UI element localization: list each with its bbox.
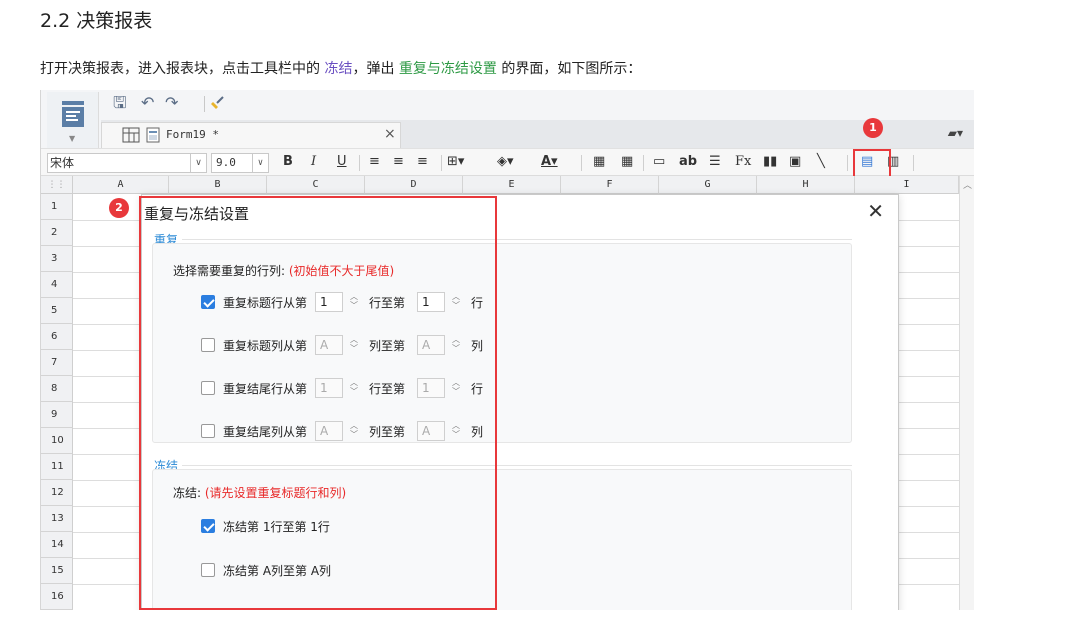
chart-icon[interactable]: ▮▮ bbox=[763, 154, 777, 170]
column-header[interactable]: I bbox=[855, 176, 959, 194]
close-icon[interactable]: ✕ bbox=[867, 199, 884, 223]
app-menu-button[interactable]: ▼ bbox=[47, 92, 99, 148]
row-header[interactable]: 1 bbox=[41, 194, 73, 220]
toolbar-divider bbox=[581, 155, 582, 171]
row-header[interactable]: 16 bbox=[41, 584, 73, 610]
row-header[interactable]: 3 bbox=[41, 246, 73, 272]
form-grid-icon bbox=[122, 127, 140, 143]
row-header[interactable]: 7 bbox=[41, 350, 73, 376]
underline-icon[interactable]: U bbox=[337, 154, 347, 170]
merge-cells-icon[interactable]: ▦ bbox=[593, 154, 605, 170]
column-header[interactable]: H bbox=[757, 176, 855, 194]
font-family-select[interactable]: 宋体 ∨ bbox=[47, 153, 207, 173]
designer-screenshot: ▼ 🖫 ↶ ↷ Form19 * × ▰▾ 宋体 ∨ 9.0 ∨ B I U ≡… bbox=[40, 90, 974, 610]
grid-corner[interactable]: ⋮⋮ bbox=[41, 176, 73, 194]
close-icon[interactable]: × bbox=[384, 126, 396, 142]
toolbar-divider bbox=[204, 96, 205, 112]
app-bar: ▼ 🖫 ↶ ↷ Form19 * × ▰▾ bbox=[41, 90, 974, 148]
row-header[interactable]: 15 bbox=[41, 558, 73, 584]
font-color-icon[interactable]: A▾ bbox=[541, 154, 558, 170]
tab-form19[interactable]: Form19 * × bbox=[101, 122, 401, 148]
save-icon[interactable]: 🖫 bbox=[113, 94, 127, 112]
font-size: 9.0 bbox=[216, 156, 236, 169]
highlight-dialog bbox=[139, 196, 497, 610]
chevron-down-icon: ∨ bbox=[252, 154, 268, 172]
slash-icon[interactable]: ╲ bbox=[817, 154, 825, 170]
redo-icon[interactable]: ↷ bbox=[165, 94, 178, 112]
tab-strip: Form19 * × ▰▾ bbox=[101, 120, 974, 148]
rich-text-icon[interactable]: ☰ bbox=[709, 154, 721, 170]
row-header[interactable]: 6 bbox=[41, 324, 73, 350]
para-suffix: 的界面，如下图所示： bbox=[501, 61, 642, 77]
align-center-icon[interactable]: ≡ bbox=[393, 154, 404, 170]
italic-icon[interactable]: I bbox=[311, 154, 316, 170]
tab-label: Form19 * bbox=[166, 128, 219, 141]
row-header[interactable]: 2 bbox=[41, 220, 73, 246]
row-header[interactable]: 10 bbox=[41, 428, 73, 454]
bold-icon[interactable]: B bbox=[283, 154, 293, 170]
toolbar-divider bbox=[359, 155, 360, 171]
vertical-scrollbar[interactable]: ︿ bbox=[959, 176, 974, 610]
format-toolbar: 宋体 ∨ 9.0 ∨ B I U ≡ ≡ ≡ ⊞▾ ◈▾ A▾ ▦ ▦ ▭ ab… bbox=[41, 148, 974, 176]
panel-toggle-icon[interactable]: ▰▾ bbox=[948, 126, 963, 140]
column-header[interactable]: C bbox=[267, 176, 365, 194]
badge-step-two: 2 bbox=[109, 198, 129, 218]
align-left-icon[interactable]: ≡ bbox=[369, 154, 380, 170]
format-painter-icon[interactable] bbox=[209, 95, 225, 111]
chevron-down-icon: ∨ bbox=[190, 154, 206, 172]
highlight-freeze-button bbox=[853, 149, 891, 179]
row-header[interactable]: 14 bbox=[41, 532, 73, 558]
row-header[interactable]: 4 bbox=[41, 272, 73, 298]
image-icon[interactable]: ▣ bbox=[789, 154, 801, 170]
row-header[interactable]: 12 bbox=[41, 480, 73, 506]
toolbar-divider bbox=[913, 155, 914, 171]
row-header[interactable]: 5 bbox=[41, 298, 73, 324]
text-ab-icon[interactable]: ab bbox=[679, 154, 697, 170]
row-header[interactable]: 11 bbox=[41, 454, 73, 480]
link-freeze[interactable]: 冻结 bbox=[324, 61, 352, 77]
formula-icon[interactable]: Fx bbox=[735, 154, 751, 170]
column-header[interactable]: G bbox=[659, 176, 757, 194]
toolbar-divider bbox=[847, 155, 848, 171]
document-icon bbox=[146, 127, 160, 143]
column-header[interactable]: B bbox=[169, 176, 267, 194]
report-logo-icon bbox=[62, 101, 84, 127]
para-prefix: 打开决策报表，进入报表块，点击工具栏中的 bbox=[40, 61, 320, 77]
chevron-up-icon[interactable]: ︿ bbox=[963, 178, 972, 191]
doc-title: 2.2 决策报表 bbox=[40, 10, 153, 32]
toolbar-divider bbox=[441, 155, 442, 171]
link-repeat-freeze-settings[interactable]: 重复与冻结设置 bbox=[399, 61, 497, 77]
chevron-down-icon: ▼ bbox=[69, 134, 76, 143]
row-header[interactable]: 13 bbox=[41, 506, 73, 532]
border-icon[interactable]: ⊞▾ bbox=[447, 154, 464, 170]
column-header[interactable]: F bbox=[561, 176, 659, 194]
column-header[interactable]: D bbox=[365, 176, 463, 194]
fill-color-icon[interactable]: ◈▾ bbox=[497, 154, 514, 170]
badge-step-one: 1 bbox=[863, 118, 883, 138]
row-header[interactable]: 9 bbox=[41, 402, 73, 428]
column-header[interactable]: E bbox=[463, 176, 561, 194]
row-header[interactable]: 8 bbox=[41, 376, 73, 402]
insert-bar-icon[interactable]: ▭ bbox=[653, 154, 665, 170]
column-header[interactable]: A bbox=[73, 176, 169, 194]
toolbar-divider bbox=[643, 155, 644, 171]
doc-paragraph: 打开决策报表，进入报表块，点击工具栏中的 冻结，弹出 重复与冻结设置 的界面，如… bbox=[40, 58, 641, 78]
align-right-icon[interactable]: ≡ bbox=[417, 154, 428, 170]
para-mid: ，弹出 bbox=[352, 61, 395, 77]
font-name: 宋体 bbox=[50, 156, 75, 170]
font-size-select[interactable]: 9.0 ∨ bbox=[211, 153, 269, 173]
unmerge-cells-icon[interactable]: ▦ bbox=[621, 154, 633, 170]
undo-icon[interactable]: ↶ bbox=[141, 94, 154, 112]
